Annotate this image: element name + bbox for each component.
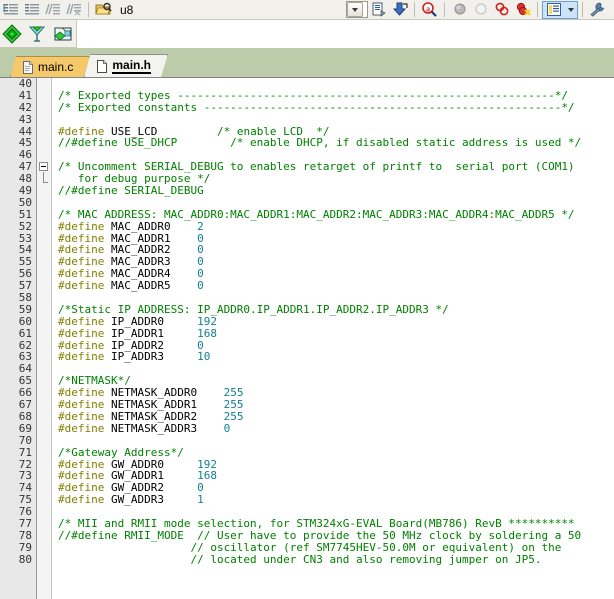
chevron-down-icon[interactable] (347, 2, 363, 17)
editor-font-label: u8 (120, 2, 134, 17)
bookmark-gray-icon[interactable] (449, 0, 470, 19)
code-token-num: 10 (197, 350, 211, 364)
code-token-id: GW_ADDR3 (104, 493, 198, 507)
outdent-icon[interactable] (21, 0, 42, 19)
line-number: 61 (18, 326, 32, 340)
code-line[interactable] (52, 363, 614, 375)
manage-components-icon[interactable] (24, 21, 50, 47)
line-number: 69 (18, 421, 32, 435)
toolbar-separator-3 (444, 2, 445, 17)
download-icon[interactable] (389, 0, 410, 19)
line-number: 41 (18, 88, 32, 102)
code-token-cmt: // located under CN3 and also removing j… (58, 552, 542, 566)
editor-toolbar: u8 a (0, 0, 614, 20)
code-line[interactable]: #define NETMASK_ADDR3 0 (52, 421, 614, 435)
indent-icon[interactable] (0, 0, 21, 19)
insert-file-icon[interactable] (368, 0, 389, 19)
code-token-kw: #define (58, 493, 105, 507)
h-file-icon (97, 60, 107, 73)
bookmark-empty-icon[interactable] (470, 0, 491, 19)
document-tabstrip: main.c main.h (0, 48, 614, 77)
code-line[interactable]: /* Exported constants ------------------… (52, 100, 614, 114)
code-folding-column[interactable] (36, 78, 52, 599)
toolbar-combo-dropdown[interactable] (346, 1, 368, 18)
code-line[interactable]: //#define SERIAL_DEBUG (52, 185, 614, 197)
code-token-cmt: //#define SERIAL_DEBUG (58, 184, 204, 198)
tab-label-main-h: main.h (112, 58, 152, 72)
tab-label-main-c: main.c (38, 60, 74, 74)
line-number: 80 (18, 552, 32, 566)
breakpoint-icon[interactable] (491, 0, 512, 19)
toolbar-separator (88, 2, 89, 17)
code-token-kw: #define (58, 279, 105, 293)
code-token-num: 1 (197, 493, 204, 507)
code-token-id: MAC_ADDR5 (104, 279, 198, 293)
code-line[interactable]: #define MAC_ADDR5 0 (52, 280, 614, 292)
uncomment-lines-icon[interactable] (63, 0, 84, 19)
toolbar2-empty-panel (76, 19, 614, 48)
find-in-files-icon[interactable]: a (419, 0, 440, 19)
code-token-id: NETMASK_ADDR3 (104, 421, 224, 435)
line-number: 43 (18, 112, 32, 126)
code-token-num: 0 (197, 279, 204, 293)
tab-main-c[interactable]: main.c (10, 56, 90, 77)
code-line[interactable]: #define IP_ADDR3 10 (52, 351, 614, 363)
code-text-area[interactable]: /* Exported types ----------------------… (52, 78, 614, 599)
code-token-cmt: /* Exported constants ------------------… (58, 100, 575, 114)
line-number: 78 (18, 528, 32, 542)
keil-uvision-window: u8 a main.c main.h 40 41 42 43 44 45 46 … (0, 0, 614, 599)
code-line[interactable]: #define GW_ADDR3 1 (52, 494, 614, 506)
line-number: 60 (18, 314, 32, 328)
toolbar-group-indent (0, 0, 84, 20)
chevron-down-icon-2[interactable] (567, 7, 574, 12)
code-line[interactable]: // located under CN3 and also removing j… (52, 552, 614, 566)
svg-text:a: a (426, 5, 430, 14)
code-token-cmt: //#define USE_DHCP /* enable DHCP, if di… (58, 136, 582, 150)
c-file-icon (23, 61, 33, 74)
code-token-id: IP_ADDR3 (104, 350, 198, 364)
line-number: 79 (18, 540, 32, 554)
line-number: 51 (18, 207, 32, 221)
code-token-num: 0 (223, 421, 231, 435)
configure-icon[interactable] (587, 0, 608, 19)
code-editor[interactable]: 40 41 42 43 44 45 46 47 48 49 50 51 52 53 54 55 56 57 58 59… (0, 77, 614, 599)
toolbar-separator-4 (537, 2, 538, 17)
open-file-icon[interactable] (93, 0, 114, 19)
target-options-icon[interactable] (0, 21, 24, 47)
toolbar-separator-2 (414, 2, 415, 17)
tab-main-h[interactable]: main.h (84, 54, 168, 77)
code-token-kw: #define (58, 421, 105, 435)
toolbar-separator-5 (582, 2, 583, 17)
build-toolbar (0, 19, 614, 48)
code-token-kw: #define (58, 350, 105, 364)
line-number: 52 (18, 219, 32, 233)
line-number: 50 (18, 195, 32, 209)
batch-build-icon[interactable] (50, 21, 76, 47)
comment-lines-icon[interactable] (42, 0, 63, 19)
project-window-icon[interactable] (542, 0, 578, 19)
line-number: 71 (18, 445, 32, 459)
toolbar2-group (0, 20, 76, 47)
kill-breakpoints-icon[interactable] (512, 0, 533, 19)
fold-guide-line (43, 172, 44, 182)
fold-collapse-box[interactable] (39, 162, 48, 171)
code-line[interactable]: //#define USE_DHCP /* enable DHCP, if di… (52, 137, 614, 149)
line-number-gutter: 40 41 42 43 44 45 46 47 48 49 50 51 52 53 54 55 56 57 58 59… (0, 78, 36, 599)
line-number: 70 (18, 433, 32, 447)
fold-end-tick (43, 182, 48, 183)
line-number: 42 (18, 100, 32, 114)
